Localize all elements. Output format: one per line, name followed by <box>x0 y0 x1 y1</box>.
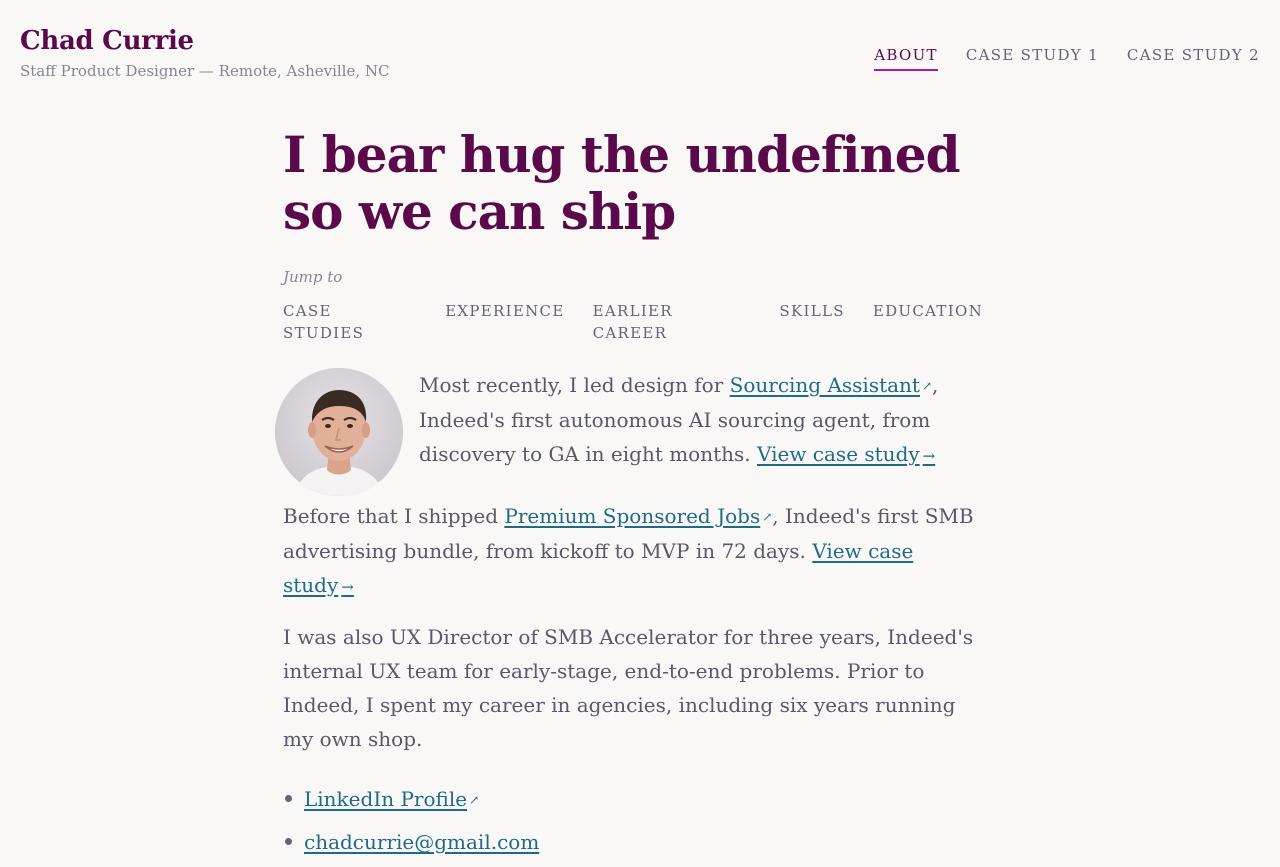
bullet-icon <box>285 838 292 845</box>
external-link-icon: ↗ <box>469 793 480 807</box>
sourcing-assistant-link[interactable]: Sourcing Assistant <box>730 373 920 397</box>
intro-section: Most recently, I led design for Sourcing… <box>275 368 983 859</box>
site-name-link[interactable]: Chad Currie <box>20 24 390 58</box>
intro-paragraph-3: I was also UX Director of SMB Accelerato… <box>283 625 974 751</box>
jump-link-education[interactable]: EDUCATION <box>873 300 983 344</box>
jump-to-label: Jump to <box>283 268 343 286</box>
intro-paragraph-2: Before that I shipped Premium Sponsored … <box>283 499 983 604</box>
nav-item-case-study-2[interactable]: CASE STUDY 2 <box>1127 44 1260 71</box>
jump-link-case-studies[interactable]: CASE STUDIES <box>283 300 417 344</box>
linkedin-profile-link[interactable]: LinkedIn Profile <box>304 787 467 811</box>
contact-list: LinkedIn Profile ↗ chadcurrie@gmail.com <box>283 782 983 859</box>
arrow-right-icon: → <box>922 447 936 465</box>
list-item: chadcurrie@gmail.com <box>285 825 983 859</box>
jump-link-earlier-career[interactable]: EARLIER CAREER <box>593 300 752 344</box>
jump-link-experience[interactable]: EXPERIENCE <box>445 300 564 344</box>
intro-p1-text-before: Most recently, I led design for <box>419 373 730 397</box>
jump-nav: CASE STUDIES EXPERIENCE EARLIER CAREER S… <box>283 300 983 344</box>
brand: Chad Currie Staff Product Designer — Rem… <box>20 24 390 82</box>
jump-link-skills[interactable]: SKILLS <box>779 300 844 344</box>
view-case-study-1-label: View case study <box>757 442 920 466</box>
main-content: I bear hug the undefined so we can ship … <box>275 125 983 867</box>
arrow-right-icon: → <box>341 578 354 596</box>
page-title: I bear hug the undefined so we can ship <box>283 125 961 241</box>
bullet-icon <box>285 795 292 802</box>
top-nav: ABOUT CASE STUDY 1 CASE STUDY 2 <box>874 44 1260 71</box>
email-link[interactable]: chadcurrie@gmail.com <box>304 830 539 854</box>
view-case-study-1-link[interactable]: View case study → <box>757 442 935 466</box>
external-link-icon: ↗ <box>921 379 933 393</box>
nav-item-case-study-1[interactable]: CASE STUDY 1 <box>966 44 1099 71</box>
nav-item-about[interactable]: ABOUT <box>874 44 938 71</box>
profile-photo <box>275 368 403 496</box>
site-header: Chad Currie Staff Product Designer — Rem… <box>0 0 1280 100</box>
avatar <box>275 368 403 496</box>
premium-sponsored-jobs-link[interactable]: Premium Sponsored Jobs <box>504 504 760 528</box>
intro-p2-text-before: Before that I shipped <box>283 504 505 528</box>
site-tagline: Staff Product Designer — Remote, Ashevil… <box>20 62 390 80</box>
external-link-icon: ↗ <box>762 510 773 524</box>
